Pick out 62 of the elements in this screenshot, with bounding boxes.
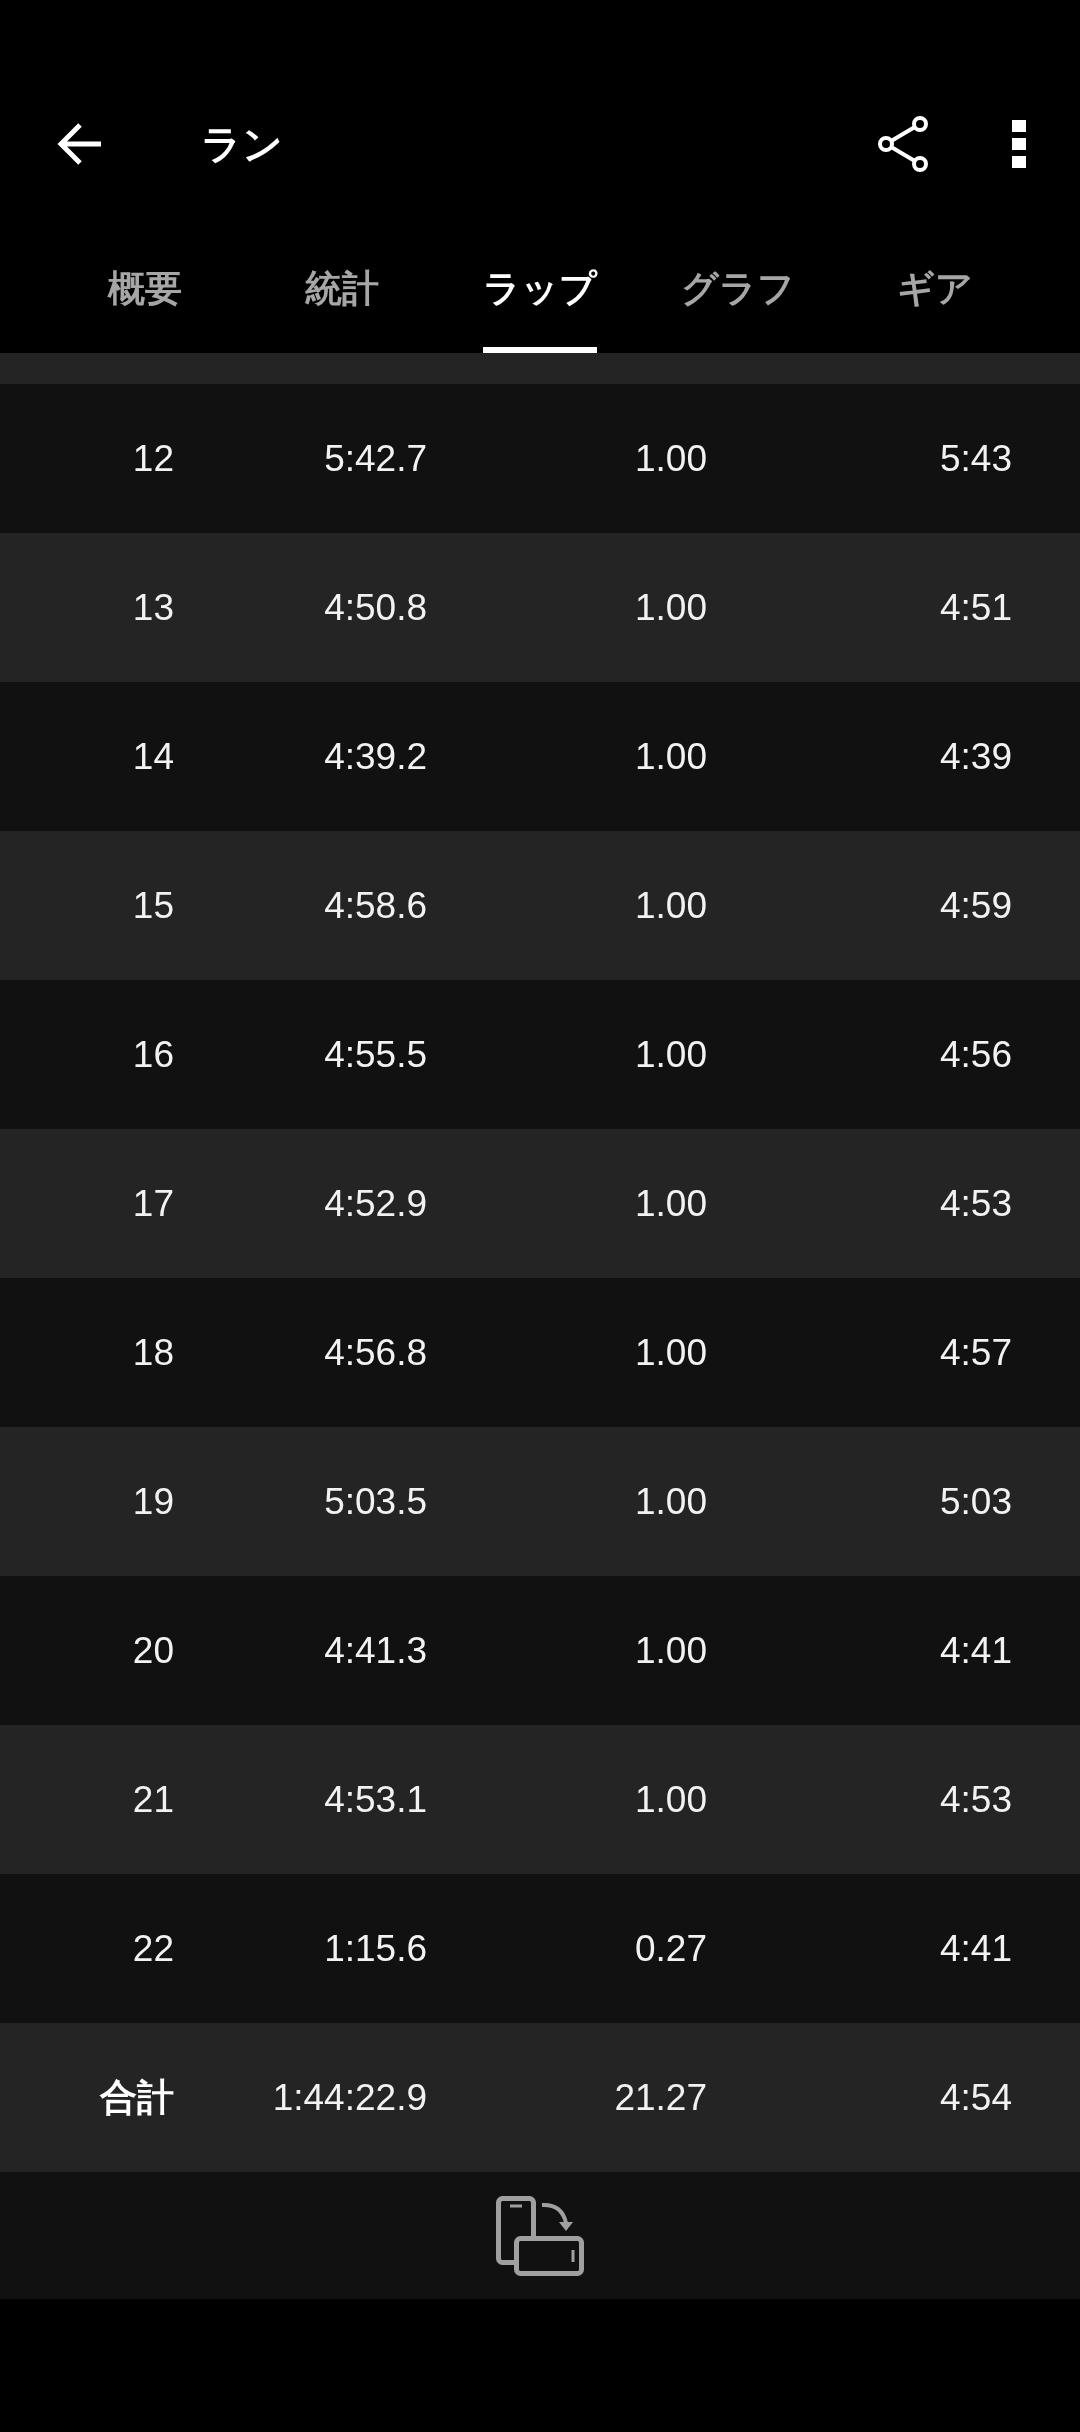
back-button[interactable] bbox=[55, 121, 101, 167]
table-cell: 4:59 bbox=[940, 887, 1012, 924]
table-cell: 1.00 bbox=[635, 1483, 707, 1520]
table-cell: 4:56.8 bbox=[324, 1334, 427, 1371]
table-cell: 4:53.1 bbox=[324, 1781, 427, 1818]
table-cell: 20 bbox=[132, 1632, 174, 1669]
table-cell: 4:56 bbox=[940, 1036, 1012, 1073]
table-cell: 4:41 bbox=[940, 1632, 1012, 1669]
table-cell: 4:39.2 bbox=[324, 738, 427, 775]
more-options-button[interactable] bbox=[1012, 120, 1026, 168]
table-cell: 合計 bbox=[100, 2079, 174, 2116]
table-cell: 18 bbox=[132, 1334, 174, 1371]
more-options-icon bbox=[1012, 120, 1026, 168]
table-cell: 14 bbox=[132, 738, 174, 775]
table-cell: 1.00 bbox=[635, 887, 707, 924]
table-cell: 4:50.8 bbox=[324, 589, 427, 626]
table-cell: 4:54 bbox=[940, 2079, 1012, 2116]
tab[interactable]: ラップ bbox=[441, 230, 639, 353]
screen-title: ラン bbox=[201, 124, 283, 164]
rotate-screen-button[interactable] bbox=[496, 2195, 584, 2276]
table-cell: 19 bbox=[132, 1483, 174, 1520]
tab[interactable]: ギア bbox=[836, 230, 1034, 353]
table-cell: 21 bbox=[132, 1781, 174, 1818]
table-cell: 4:51 bbox=[940, 589, 1012, 626]
table-cell: 17 bbox=[132, 1185, 174, 1222]
table-cell: 5:42.7 bbox=[324, 440, 427, 477]
table-cell: 1:44:22.9 bbox=[272, 2079, 427, 2116]
share-icon bbox=[878, 116, 928, 172]
table-cell: 22 bbox=[132, 1930, 174, 1967]
table-cell: 1.00 bbox=[635, 738, 707, 775]
table-cell: 4:41 bbox=[940, 1930, 1012, 1967]
table-cell: 1.00 bbox=[635, 1185, 707, 1222]
table-cell: 5:03.5 bbox=[324, 1483, 427, 1520]
table-cell: 4:55.5 bbox=[324, 1036, 427, 1073]
table-cell: 1.00 bbox=[635, 1781, 707, 1818]
table-cell: 1:15.6 bbox=[324, 1930, 427, 1967]
table-cell: 13 bbox=[132, 589, 174, 626]
tab[interactable]: グラフ bbox=[638, 230, 837, 353]
table-cell: 21.27 bbox=[614, 2079, 707, 2116]
screen-rotation-icon bbox=[496, 2195, 584, 2276]
table-cell: 4:41.3 bbox=[324, 1632, 427, 1669]
table-cell: 12 bbox=[132, 440, 174, 477]
table-cell: 15 bbox=[132, 887, 174, 924]
back-arrow-icon bbox=[55, 121, 101, 167]
table-cell: 4:39 bbox=[940, 738, 1012, 775]
table-cell: 4:52.9 bbox=[324, 1185, 427, 1222]
table-cell: 4:53 bbox=[940, 1781, 1012, 1818]
tab[interactable]: 概要 bbox=[46, 230, 244, 353]
table-cell: 1.00 bbox=[635, 1036, 707, 1073]
table-cell: 5:03 bbox=[940, 1483, 1012, 1520]
share-button[interactable] bbox=[878, 116, 928, 172]
table-cell: 0.27 bbox=[635, 1930, 707, 1967]
table-cell: 16 bbox=[132, 1036, 174, 1073]
table-cell: 1.00 bbox=[635, 1632, 707, 1669]
table-cell: 1.00 bbox=[635, 589, 707, 626]
table-cell: 1.00 bbox=[635, 1334, 707, 1371]
tab[interactable]: 統計 bbox=[243, 230, 442, 353]
table-cell: 1.00 bbox=[635, 440, 707, 477]
table-cell: 5:43 bbox=[940, 440, 1012, 477]
table-cell: 4:53 bbox=[940, 1185, 1012, 1222]
table-cell: 4:58.6 bbox=[324, 887, 427, 924]
table-cell: 4:57 bbox=[940, 1334, 1012, 1371]
